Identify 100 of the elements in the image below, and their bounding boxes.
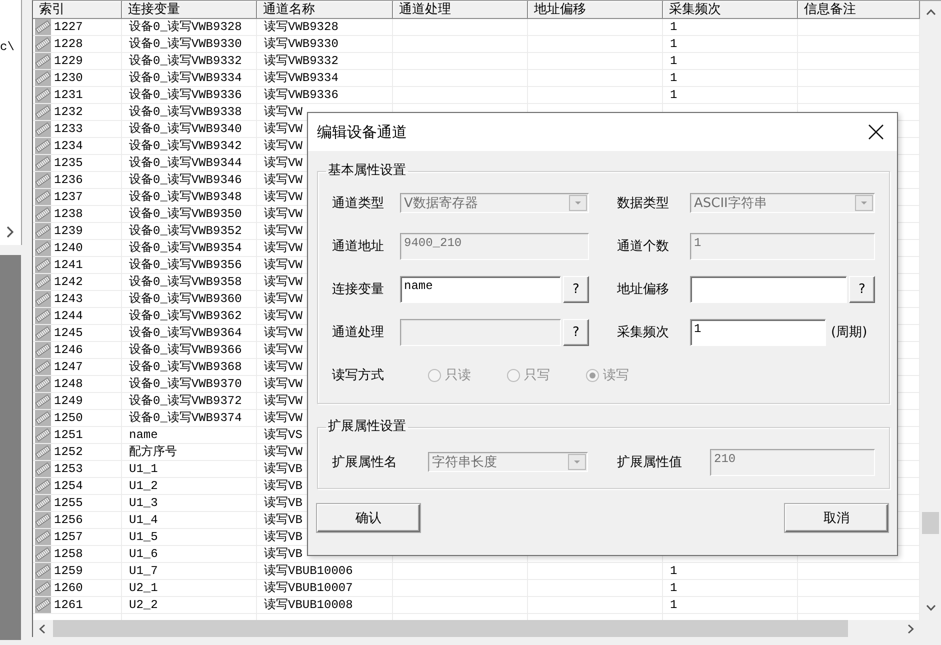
channel-name: 读写VW [264,122,302,136]
channel-name: 读写VWB9332 [264,54,338,68]
variable-name: 设备0_读写VWB9354 [129,241,242,255]
variable-name: 设备0_读写VWB9340 [129,122,242,136]
channel-name: 读写VBUB10007 [264,581,353,595]
chip-icon [35,512,51,528]
column-header[interactable]: 连接变量 [122,1,257,19]
channel-name: 读写VW [264,360,302,374]
channel-name: 读写VW [264,241,302,255]
index-number: 1247 [54,360,83,374]
close-button[interactable] [868,124,884,140]
variable-name: 设备0_读写VWB9338 [129,105,242,119]
text-field[interactable] [690,276,847,302]
chevron-right-icon[interactable] [6,226,14,238]
column-header[interactable]: 索引 [33,1,122,19]
field-label: 地址偏移 [617,281,669,298]
index-number: 1245 [54,326,83,340]
chip-icon [35,597,51,613]
index-number: 1242 [54,275,83,289]
chip-icon [35,87,51,103]
variable-name: U1_7 [129,564,158,578]
index-number: 1243 [54,292,83,306]
variable-name: name [129,428,158,442]
variable-name: 设备0_读写VWB9358 [129,275,242,289]
chip-icon [35,138,51,154]
index-number: 1229 [54,54,83,68]
index-number: 1256 [54,513,83,527]
channel-name: 读写VB [264,462,302,476]
frequency-value: 1 [670,581,678,595]
variable-name: 设备0_读写VWB9372 [129,394,242,408]
column-header[interactable]: 采集频次 [663,1,798,19]
variable-name: 设备0_读写VWB9352 [129,224,242,238]
chevron-right-icon[interactable] [908,624,914,634]
path-text: c\ [0,40,14,55]
close-icon [868,124,884,140]
text-field[interactable]: name [400,276,561,302]
scroll-thumb[interactable] [922,512,939,534]
chip-icon [35,444,51,460]
frequency-value: 1 [670,88,678,102]
index-number: 1236 [54,173,83,187]
index-number: 1227 [54,20,83,34]
chip-icon [35,291,51,307]
channel-name: 读写VW [264,292,302,306]
field-label: 采集频次 [617,324,669,341]
column-header[interactable]: 通道名称 [257,1,393,19]
index-number: 1240 [54,241,83,255]
variable-name: 设备0_读写VWB9332 [129,54,242,68]
chip-icon [35,172,51,188]
chevron-down-icon[interactable] [926,605,936,611]
variable-name: 设备0_读写VWB9344 [129,156,242,170]
channel-name: 读写VW [264,343,302,357]
chip-icon [35,325,51,341]
help-button[interactable]: ? [849,276,875,302]
index-number: 1246 [54,343,83,357]
variable-name: 设备0_读写VWB9360 [129,292,242,306]
index-number: 1228 [54,37,83,51]
field-label: 通道个数 [617,238,669,255]
chip-icon [35,529,51,545]
text-field[interactable]: 1 [690,318,826,346]
index-number: 1249 [54,394,83,408]
chip-icon [35,240,51,256]
variable-name: 设备0_读写VWB9328 [129,20,242,34]
variable-name: U1_3 [129,496,158,510]
channel-name: 读写VBUB10008 [264,598,353,612]
frequency-value: 1 [670,598,678,612]
channel-name: 读写VWB9330 [264,37,338,51]
channel-name: 读写VW [264,326,302,340]
index-number: 1248 [54,377,83,391]
group-title: 基本属性设置 [327,163,407,179]
chip-icon [35,359,51,375]
column-header[interactable]: 通道处理 [393,1,528,19]
field-label: 通道处理 [332,324,384,341]
frequency-value: 1 [670,564,678,578]
chevron-up-icon[interactable] [926,9,936,15]
field-label: 数据类型 [617,195,669,212]
help-button[interactable]: ? [563,276,589,302]
index-number: 1253 [54,462,83,476]
chevron-left-icon[interactable] [39,624,45,634]
channel-name: 读写VB [264,479,302,493]
index-number: 1238 [54,207,83,221]
chip-icon [35,104,51,120]
cancel-button[interactable]: 取消 [785,504,888,532]
channel-name: 读写VB [264,530,302,544]
confirm-button[interactable]: 确认 [317,504,420,532]
channel-name: 读写VB [264,496,302,510]
scroll-thumb[interactable] [53,620,848,637]
unit-label: (周期) [831,324,868,341]
chip-icon [35,155,51,171]
column-header[interactable]: 地址偏移 [528,1,663,19]
chip-icon [35,19,51,35]
column-header[interactable]: 信息备注 [798,1,920,19]
variable-name: U1_4 [129,513,158,527]
channel-name: 读写VW [264,394,302,408]
chip-icon [35,53,51,69]
channel-name: 读写VW [264,309,302,323]
channel-name: 读写VW [264,156,302,170]
variable-name: 设备0_读写VWB9350 [129,207,242,221]
variable-name: 设备0_读写VWB9348 [129,190,242,204]
field-label: 读写方式 [332,367,384,384]
variable-name: 设备0_读写VWB9346 [129,173,242,187]
